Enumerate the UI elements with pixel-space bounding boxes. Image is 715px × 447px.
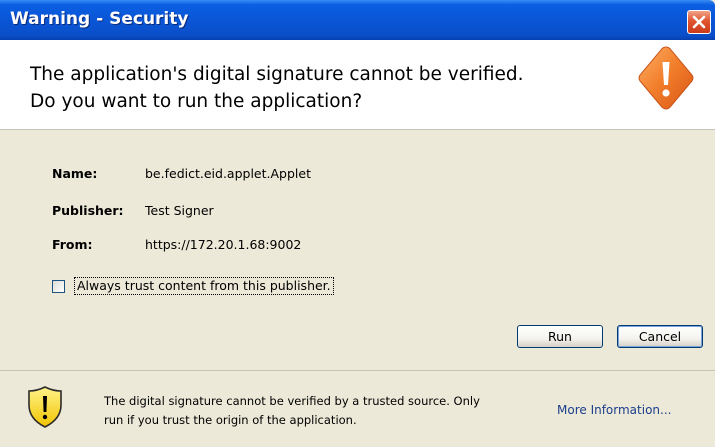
dialog-footer: The digital signature cannot be verified… (0, 371, 715, 447)
always-trust-checkbox[interactable] (52, 280, 65, 293)
name-value: be.fedict.eid.applet.Applet (145, 166, 311, 181)
from-label: From: (52, 237, 93, 252)
warning-diamond-icon (638, 46, 694, 110)
from-value: https://172.20.1.68:9002 (145, 237, 302, 252)
header-message-line2: Do you want to run the application? (30, 91, 363, 112)
close-icon (692, 15, 706, 29)
more-information-link[interactable]: More Information... (557, 403, 671, 417)
header-message-line1: The application's digital signature cann… (30, 64, 524, 85)
header-divider (0, 129, 715, 130)
security-warning-dialog: Warning - Security The application's dig… (0, 0, 715, 447)
always-trust-label[interactable]: Always trust content from this publisher… (74, 277, 334, 295)
title-bar[interactable]: Warning - Security (0, 0, 715, 40)
run-button[interactable]: Run (517, 325, 603, 348)
window-title: Warning - Security (10, 9, 189, 29)
close-button[interactable] (687, 10, 711, 34)
cancel-button[interactable]: Cancel (617, 325, 703, 348)
name-label: Name: (52, 166, 98, 181)
warning-shield-icon (28, 386, 62, 428)
footer-message-line2: run if you trust the origin of the appli… (104, 413, 357, 427)
publisher-label: Publisher: (52, 203, 124, 218)
dialog-header: The application's digital signature cann… (0, 40, 715, 129)
footer-message-line1: The digital signature cannot be verified… (104, 394, 480, 408)
publisher-value: Test Signer (145, 203, 214, 218)
